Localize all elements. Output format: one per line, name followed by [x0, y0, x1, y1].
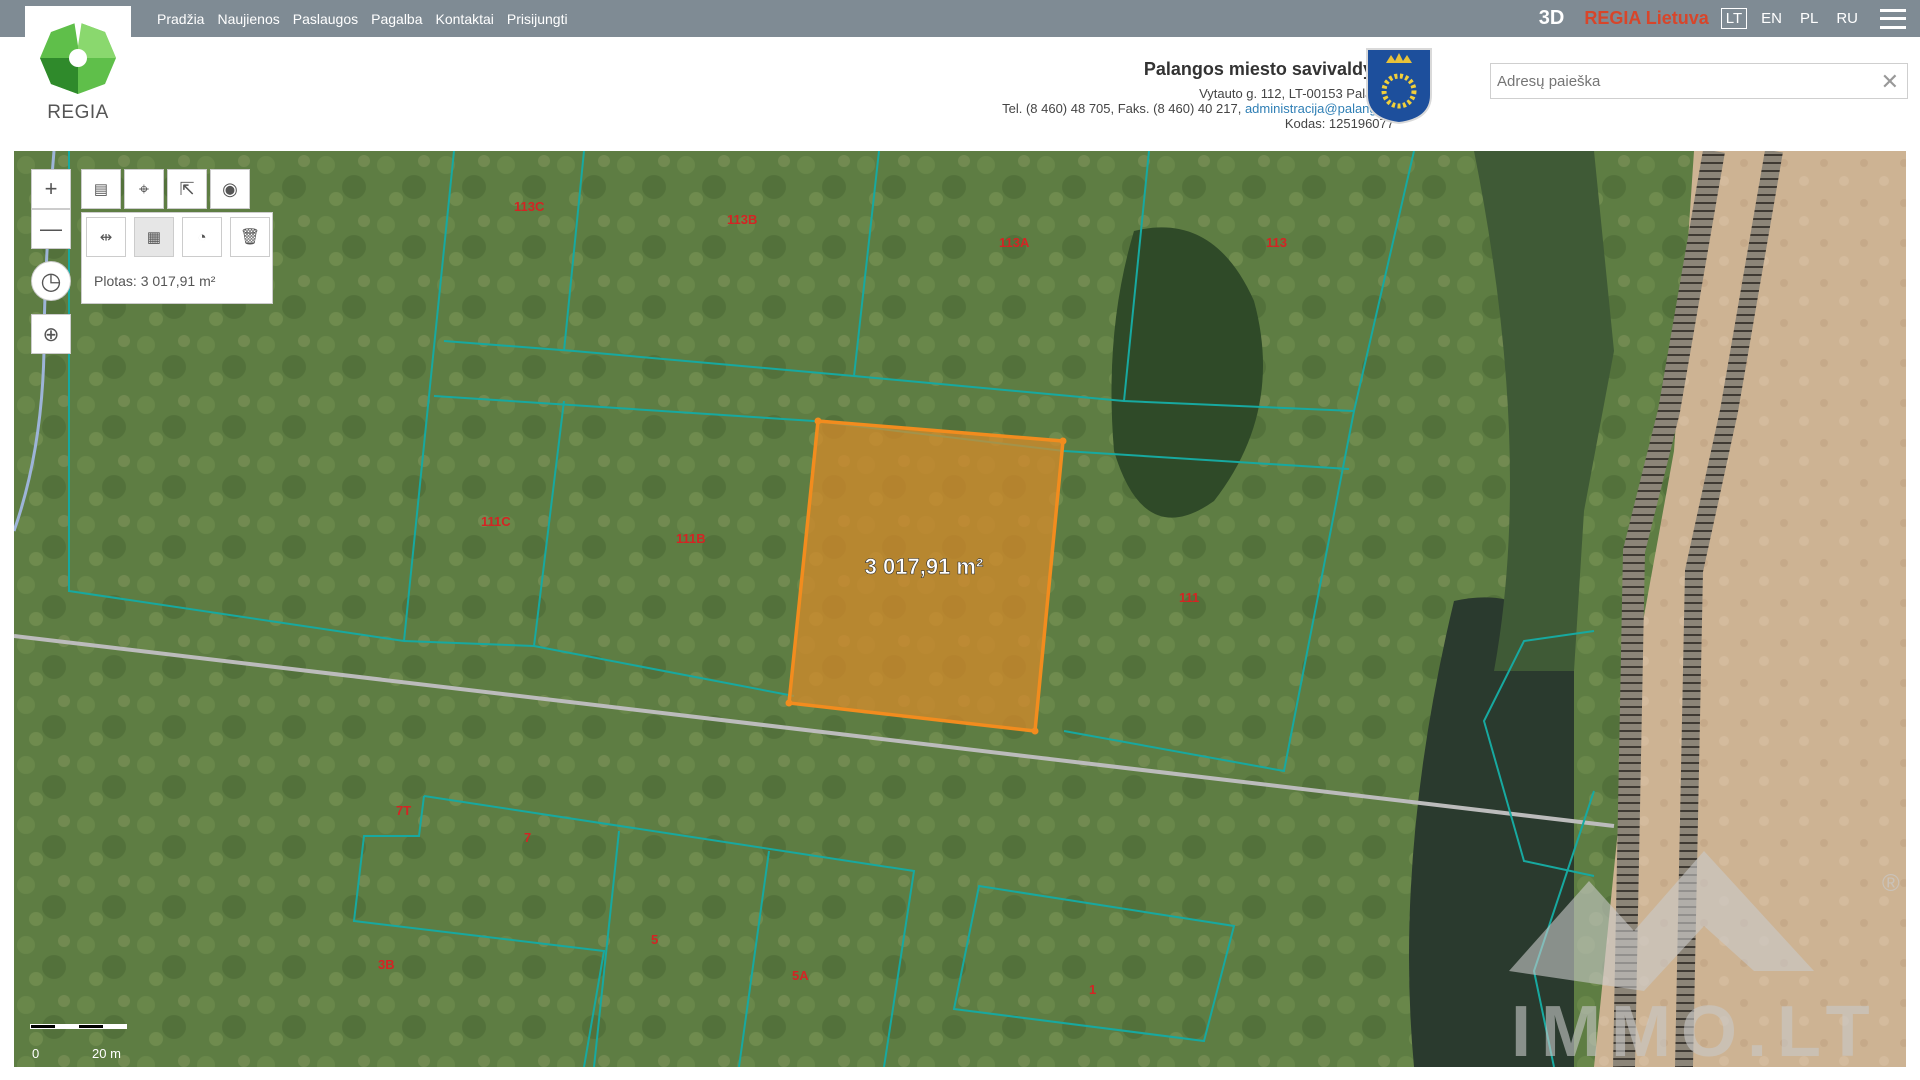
scale-bar: 0 20 m	[30, 1024, 127, 1061]
my-location-button[interactable]: ⊕	[31, 314, 71, 354]
radius-icon: ◔	[197, 228, 207, 246]
scale-bar-graphic	[30, 1024, 127, 1029]
distance-icon: ⇹	[99, 229, 113, 246]
measure-radius-button[interactable]: ◔	[182, 217, 222, 257]
vertex-handle[interactable]	[785, 699, 793, 707]
area-label: 3 017,91 m²	[865, 554, 984, 579]
parcel-label: 7T	[396, 803, 411, 818]
nav-pradzia[interactable]: Pradžia	[157, 11, 204, 27]
parcel-label: 111	[1179, 590, 1199, 605]
lang-en[interactable]: EN	[1757, 9, 1786, 28]
measure-area-button[interactable]: ▦	[134, 217, 174, 257]
target-icon: ◉	[222, 178, 238, 199]
area-ruler-icon: ▦	[146, 229, 162, 246]
trash-icon: 🗑	[239, 229, 261, 246]
nav-prisijungti[interactable]: Prisijungti	[507, 11, 568, 27]
watermark-registered: ®	[1882, 870, 1900, 897]
scale-start: 0	[32, 1046, 40, 1061]
ruler-icon: ▤	[93, 181, 109, 198]
parcel-label: 1	[1089, 982, 1096, 997]
map-canvas[interactable]: 3 017,91 m² 113C 113B 113A 113 111C 111B…	[14, 151, 1906, 1067]
measure-result: Plotas: 3 017,91 m²	[94, 273, 216, 289]
parcel-label: 111C	[481, 514, 511, 529]
regia-logo[interactable]: REGIA	[25, 6, 131, 126]
vertex-handle[interactable]	[1031, 727, 1039, 735]
map-pin-icon: ⌖	[138, 178, 150, 199]
measure-distance-button[interactable]: ⇹	[86, 217, 126, 257]
parcel-label: 3B	[378, 957, 395, 972]
measure-panel: ⇹ ▦ ◔ 🗑 Plotas: 3 017,91 m²	[81, 212, 273, 304]
clock-icon: ◷	[40, 267, 62, 295]
top-bar: Pradžia Naujienos Paslaugos Pagalba Kont…	[0, 0, 1920, 37]
share-button[interactable]: ⇱	[167, 169, 207, 209]
municipality-info: Palangos miesto savivaldybė Vytauto g. 1…	[1002, 58, 1394, 131]
nav-naujienos[interactable]: Naujienos	[217, 11, 279, 27]
parcel-label: 113C	[514, 199, 545, 214]
map-view[interactable]: 3 017,91 m² 113C 113B 113A 113 111C 111B…	[14, 151, 1906, 1067]
measure-tool-button[interactable]: ▤	[81, 169, 121, 209]
watermark-text: IMMO.LT	[1511, 992, 1880, 1067]
marker-tool-button[interactable]: ⌖	[124, 169, 164, 209]
municipality-title: Palangos miesto savivaldybė	[1143, 59, 1394, 79]
locate-button[interactable]: ◉	[210, 169, 250, 209]
search-clear-icon[interactable]: ✕	[1881, 69, 1899, 95]
top-right-controls: 3D REGIA Lietuva LT EN PL RU	[1539, 0, 1920, 37]
lang-lt[interactable]: LT	[1720, 8, 1748, 29]
hamburger-menu-icon[interactable]	[1880, 8, 1906, 29]
3d-button[interactable]: 3D	[1539, 7, 1565, 30]
vertex-handle[interactable]	[814, 417, 822, 425]
zoom-in-button[interactable]: +	[31, 169, 71, 209]
municipality-address: Vytauto g. 112, LT-00153 Palanga	[1199, 86, 1394, 101]
clear-measure-button[interactable]: 🗑	[230, 217, 270, 257]
logo-text: REGIA	[47, 102, 109, 123]
share-icon: ⇱	[179, 178, 195, 199]
parcel-label: 5	[651, 932, 658, 947]
address-search-input[interactable]	[1491, 64, 1861, 98]
lang-pl[interactable]: PL	[1796, 9, 1822, 28]
parcel-label: 5A	[792, 968, 809, 983]
regia-lietuva-link[interactable]: REGIA Lietuva	[1584, 8, 1708, 29]
lang-ru[interactable]: RU	[1832, 9, 1862, 28]
nav-pagalba[interactable]: Pagalba	[371, 11, 422, 27]
parcel-label: 113	[1266, 235, 1287, 250]
coat-of-arms-icon	[1366, 48, 1432, 125]
parcel-label: 111B	[676, 531, 706, 546]
scale-end: 20 m	[92, 1046, 121, 1061]
address-search: ✕	[1490, 63, 1908, 99]
municipality-code: Kodas: 125196077	[1284, 116, 1394, 131]
regia-logo-icon	[40, 20, 116, 94]
nav-paslaugos[interactable]: Paslaugos	[293, 11, 358, 27]
vertex-handle[interactable]	[1059, 437, 1067, 445]
nav-kontaktai[interactable]: Kontaktai	[436, 11, 494, 27]
municipality-phone: Tel. (8 460) 48 705, Faks. (8 460) 40 21…	[1002, 101, 1242, 116]
crosshair-icon: ⊕	[42, 323, 60, 346]
history-button[interactable]: ◷	[31, 261, 71, 301]
main-nav: Pradžia Naujienos Paslaugos Pagalba Kont…	[157, 0, 581, 37]
parcel-label: 113A	[999, 235, 1030, 250]
parcel-label: 113B	[727, 212, 757, 227]
zoom-out-button[interactable]: —	[31, 209, 71, 249]
parcel-label: 7	[524, 830, 531, 845]
